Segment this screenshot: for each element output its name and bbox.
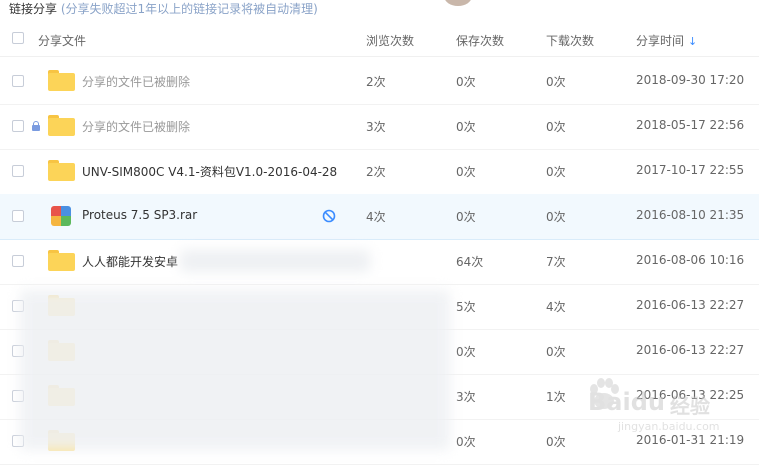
- baidu-jingyan-watermark: Baidu 经验 jingyan.baidu.com: [584, 374, 754, 444]
- table-row[interactable]: UNV-SIM800C V4.1-资料包V1.0-2016-04-28 2次 0…: [0, 149, 759, 195]
- view-count: 2次: [366, 75, 386, 89]
- share-time: 2016-06-13 22:27: [636, 343, 745, 357]
- column-header-views[interactable]: 浏览次数: [366, 32, 414, 49]
- page-header: 链接分享 (分享失败超过1年以上的链接记录将被自动清理): [0, 0, 759, 22]
- save-count: 0次: [456, 165, 476, 179]
- folder-icon: [48, 115, 75, 136]
- share-time: 2016-08-10 21:35: [636, 208, 745, 222]
- save-count: 0次: [456, 435, 476, 449]
- column-header-saves[interactable]: 保存次数: [456, 32, 504, 49]
- download-count: 0次: [546, 165, 566, 179]
- row-checkbox[interactable]: [12, 255, 24, 267]
- save-count: 64次: [456, 255, 484, 269]
- file-name[interactable]: 分享的文件已被删除: [82, 73, 190, 90]
- download-count: 0次: [546, 210, 566, 224]
- view-count: 3次: [366, 120, 386, 134]
- table-row[interactable]: 分享的文件已被删除 2次 0次 0次 2018-09-30 17:20: [0, 59, 759, 105]
- row-checkbox[interactable]: [12, 165, 24, 177]
- download-count: 4次: [546, 300, 566, 314]
- folder-icon: [48, 70, 75, 91]
- table-row[interactable]: Proteus 7.5 SP3.rar 4次 0次 0次 2016-08-10 …: [0, 194, 759, 240]
- table-row[interactable]: 人人都能开发安卓 64次 7次 2016-08-06 10:16: [0, 239, 759, 285]
- page-title: 链接分享 (分享失败超过1年以上的链接记录将被自动清理): [9, 0, 318, 17]
- share-time: 2018-09-30 17:20: [636, 73, 745, 87]
- download-count: 0次: [546, 345, 566, 359]
- watermark-brand: Baidu: [588, 388, 665, 416]
- watermark-brand-cn: 经验: [670, 394, 710, 418]
- column-header-time[interactable]: 分享时间 ↓: [636, 32, 697, 49]
- avatar[interactable]: [444, 0, 472, 6]
- download-count: 7次: [546, 255, 566, 269]
- save-count: 0次: [456, 120, 476, 134]
- blur-overlay: [180, 250, 370, 272]
- cleanup-notice: (分享失败超过1年以上的链接记录将被自动清理): [60, 2, 318, 16]
- folder-icon: [48, 250, 75, 271]
- share-time: 2016-08-06 10:16: [636, 253, 745, 267]
- save-count: 0次: [456, 75, 476, 89]
- file-name[interactable]: UNV-SIM800C V4.1-资料包V1.0-2016-04-28: [82, 163, 337, 180]
- row-checkbox[interactable]: [12, 120, 24, 132]
- download-count: 0次: [546, 120, 566, 134]
- save-count: 0次: [456, 210, 476, 224]
- sort-desc-icon[interactable]: ↓: [688, 35, 697, 48]
- view-count: 2次: [366, 165, 386, 179]
- share-time: 2017-10-17 22:55: [636, 163, 745, 177]
- row-checkbox[interactable]: [12, 210, 24, 222]
- download-count: 0次: [546, 435, 566, 449]
- table-header: 分享文件 浏览次数 保存次数 下载次数 分享时间 ↓: [0, 22, 759, 57]
- blur-overlay: [20, 290, 450, 450]
- table-row[interactable]: 分享的文件已被删除 3次 0次 0次 2018-05-17 22:56: [0, 104, 759, 150]
- rar-file-icon: [51, 206, 71, 226]
- download-count: 0次: [546, 75, 566, 89]
- column-header-time-label: 分享时间: [636, 34, 685, 48]
- cancel-share-icon[interactable]: [322, 209, 336, 223]
- folder-icon: [48, 160, 75, 181]
- share-time: 2016-06-13 22:27: [636, 298, 745, 312]
- title-text: 链接分享: [9, 2, 58, 16]
- column-header-downloads[interactable]: 下载次数: [546, 32, 594, 49]
- lock-icon: [32, 121, 40, 131]
- column-header-name[interactable]: 分享文件: [38, 32, 86, 49]
- watermark-url: jingyan.baidu.com: [618, 420, 720, 433]
- share-time: 2018-05-17 22:56: [636, 118, 745, 132]
- download-count: 1次: [546, 390, 566, 404]
- save-count: 3次: [456, 390, 476, 404]
- select-all-checkbox[interactable]: [12, 32, 24, 44]
- view-count: 4次: [366, 210, 386, 224]
- file-name[interactable]: 分享的文件已被删除: [82, 118, 190, 135]
- save-count: 5次: [456, 300, 476, 314]
- row-checkbox[interactable]: [12, 75, 24, 87]
- file-name[interactable]: 人人都能开发安卓: [82, 253, 178, 270]
- file-name[interactable]: Proteus 7.5 SP3.rar: [82, 208, 197, 222]
- save-count: 0次: [456, 345, 476, 359]
